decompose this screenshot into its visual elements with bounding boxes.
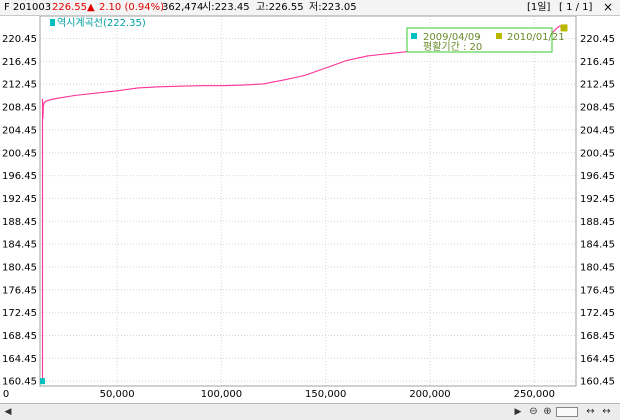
- y-tick-label-right: 188.45: [580, 217, 615, 228]
- bottom-toolbar: ◀ ▶ ⊖ ⊕ ↔ ↔: [0, 403, 620, 420]
- page-indicator[interactable]: [ 1 / 1]: [559, 2, 592, 14]
- y-tick-label-left: 168.45: [2, 331, 37, 342]
- series-line-segment: [220, 84, 243, 87]
- series-line-segment: [64, 94, 77, 98]
- y-tick-label-left: 200.45: [2, 148, 37, 159]
- info-end-date: 2010/01/21: [507, 32, 565, 43]
- y-tick-label-right: 204.45: [580, 125, 615, 136]
- end-point-marker: [560, 24, 568, 32]
- y-tick-label-right: 160.45: [580, 377, 615, 388]
- series-line-segment: [137, 86, 160, 89]
- info-period: 평활기간 : 20: [423, 40, 482, 53]
- price-change: 2.10 (0.94%): [99, 2, 165, 13]
- y-tick-label-left: 208.45: [2, 103, 37, 114]
- y-tick-label-right: 196.45: [580, 171, 615, 182]
- low-price: 저:223.05: [309, 2, 357, 13]
- y-tick-label-left: 204.45: [2, 125, 37, 136]
- series-line-segment: [158, 85, 181, 88]
- y-tick-label-right: 212.45: [580, 80, 615, 91]
- series-line-segment: [366, 53, 389, 57]
- header-bar: F 201003 226.55 ▲ 2.10 (0.94%) 362,474 시…: [0, 0, 620, 16]
- instrument-code: F 201003: [4, 2, 52, 13]
- y-tick-label-left: 220.45: [2, 34, 37, 45]
- series-lines: [41, 25, 565, 382]
- series-line-segment: [554, 25, 560, 31]
- fit-arrows-icon[interactable]: ↔: [584, 405, 597, 418]
- series-line-segment: [304, 67, 327, 76]
- y-tick-label-right: 200.45: [580, 148, 615, 159]
- series-line-segment: [346, 55, 368, 62]
- series-line-segment: [241, 83, 264, 86]
- info-box: 2009/04/09 - 2010/01/21 평활기간 : 20: [406, 27, 565, 53]
- y-tick-label-left: 192.45: [2, 194, 37, 205]
- y-tick-label-left: 180.45: [2, 262, 37, 273]
- y-tick-label-right: 168.45: [580, 331, 615, 342]
- y-tick-label-left: 184.45: [2, 240, 37, 251]
- y-tick-label-left: 160.45: [2, 377, 37, 388]
- open-price: 시:223.45: [202, 2, 250, 13]
- y-tick-label-right: 208.45: [580, 103, 615, 114]
- x-tick-label: 250,000: [514, 389, 555, 400]
- start-point-marker: [40, 378, 46, 385]
- x-axis-labels: 50,000 100,000 150,000 200,000 250,000 0: [3, 389, 555, 400]
- period-button[interactable]: [1일]: [527, 2, 550, 14]
- series-line-segment: [283, 74, 306, 81]
- legend-label: 역시계곡선(222.35): [57, 17, 146, 29]
- y-tick-label-left: 176.45: [2, 285, 37, 296]
- y-tick-label-right: 176.45: [580, 285, 615, 296]
- series-markers: [40, 24, 568, 385]
- grid-lines: [40, 16, 576, 386]
- legend-swatch: [50, 19, 55, 26]
- current-price: 226.55: [52, 2, 87, 13]
- series-line-segment: [95, 90, 118, 94]
- scroll-thumb[interactable]: [556, 407, 578, 417]
- y-tick-label-right: 192.45: [580, 194, 615, 205]
- y-axis-labels: 160.45 160.45 164.45 164.45 168.45 168.45 172.…: [2, 34, 615, 388]
- x-origin-label: 0: [3, 389, 9, 400]
- plot-border: [39, 16, 577, 387]
- triangle-left-icon[interactable]: ◀: [2, 406, 14, 418]
- start-marker-icon: [411, 33, 417, 39]
- series-line-segment: [45, 99, 51, 102]
- y-tick-label-right: 164.45: [580, 354, 615, 365]
- series-line-segment: [49, 98, 56, 101]
- y-tick-label-left: 188.45: [2, 217, 37, 228]
- x-tick-label: 100,000: [201, 389, 242, 400]
- y-tick-label-right: 184.45: [580, 240, 615, 251]
- y-tick-label-left: 164.45: [2, 354, 37, 365]
- y-tick-label-left: 212.45: [2, 80, 37, 91]
- end-marker-icon: [496, 33, 502, 39]
- series-line-segment: [54, 96, 66, 100]
- zoom-out-icon[interactable]: ⊖: [527, 405, 540, 418]
- y-tick-label-right: 180.45: [580, 262, 615, 273]
- y-tick-label-right: 216.45: [580, 57, 615, 68]
- x-tick-label: 200,000: [409, 389, 450, 400]
- chart-area: 160.45 160.45 164.45 164.45 168.45 168.45 172.…: [2, 16, 615, 400]
- series-line-segment: [262, 79, 285, 85]
- series-line-segment: [116, 87, 139, 92]
- y-tick-label-left: 216.45: [2, 57, 37, 68]
- close-icon[interactable]: ×: [603, 1, 613, 13]
- y-tick-label-left: 196.45: [2, 171, 37, 182]
- series-line-segment: [74, 92, 97, 96]
- y-tick-label-left: 172.45: [2, 308, 37, 319]
- x-tick-label: 50,000: [100, 389, 135, 400]
- series-line-segment: [179, 85, 202, 87]
- y-tick-label-right: 220.45: [580, 34, 615, 45]
- y-tick-label-right: 172.45: [580, 308, 615, 319]
- zoom-in-icon[interactable]: ⊕: [541, 405, 554, 418]
- high-price: 고:226.55: [256, 2, 304, 13]
- triangle-right-icon[interactable]: ▶: [512, 406, 524, 418]
- volume-value: 362,474: [162, 2, 204, 13]
- x-tick-label: 150,000: [305, 389, 346, 400]
- series-line-segment: [387, 50, 410, 55]
- up-arrow-icon: ▲: [87, 2, 95, 13]
- fit-arrows-icon-2[interactable]: ↔: [600, 405, 613, 418]
